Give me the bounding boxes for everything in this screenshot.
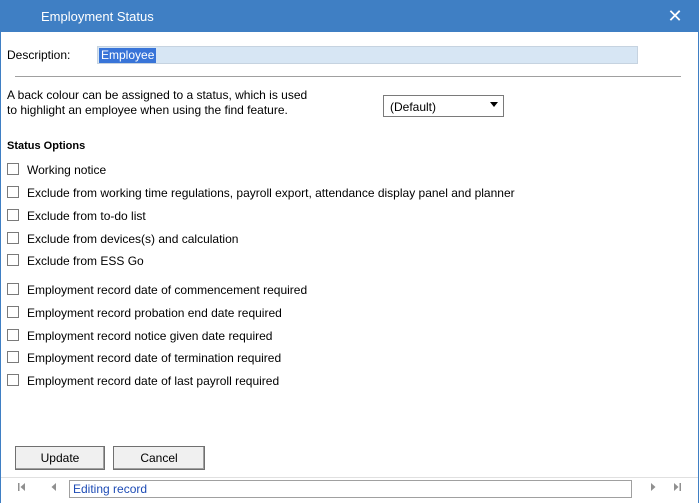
next-record-icon[interactable]: [646, 481, 660, 497]
back-colour-selected-value: (Default): [390, 100, 437, 114]
back-colour-select[interactable]: (Default): [383, 95, 504, 117]
exclude-working-time-checkbox[interactable]: [7, 186, 19, 198]
working-notice-checkbox[interactable]: [7, 163, 19, 175]
exclude-ess-go-label: Exclude from ESS Go: [27, 254, 144, 268]
status-options-heading: Status Options: [7, 140, 86, 152]
first-record-icon[interactable]: [15, 481, 29, 497]
back-colour-text-line1: A back colour can be assigned to a statu…: [7, 88, 308, 102]
last-payroll-date-checkbox[interactable]: [7, 374, 19, 386]
description-label: Description:: [7, 48, 71, 62]
record-status-text: Editing record: [73, 482, 148, 496]
description-value: Employee: [99, 48, 157, 63]
probation-end-date-checkbox[interactable]: [7, 306, 19, 318]
window-title: Employment Status: [41, 9, 154, 24]
notice-given-date-label: Employment record notice given date requ…: [27, 329, 273, 343]
close-icon[interactable]: ✕: [652, 1, 698, 32]
last-record-icon[interactable]: [670, 481, 684, 497]
working-notice-label: Working notice: [27, 163, 107, 177]
back-colour-text-line2: to highlight an employee when using the …: [7, 103, 288, 117]
commencement-date-checkbox[interactable]: [7, 283, 19, 295]
description-input[interactable]: Employee: [97, 46, 638, 64]
termination-date-label: Employment record date of termination re…: [27, 351, 282, 365]
chevron-down-icon[interactable]: [487, 98, 501, 114]
termination-date-checkbox[interactable]: [7, 351, 19, 363]
exclude-working-time-label: Exclude from working time regulations, p…: [27, 186, 515, 200]
exclude-ess-go-checkbox[interactable]: [7, 254, 19, 266]
exclude-todo-checkbox[interactable]: [7, 209, 19, 221]
probation-end-date-label: Employment record probation end date req…: [27, 306, 282, 320]
last-payroll-date-label: Employment record date of last payroll r…: [27, 374, 280, 388]
notice-given-date-checkbox[interactable]: [7, 329, 19, 341]
exclude-devices-label: Exclude from devices(s) and calculation: [27, 232, 239, 246]
cancel-button[interactable]: Cancel: [113, 446, 205, 470]
previous-record-icon[interactable]: [47, 481, 61, 497]
update-button[interactable]: Update: [15, 446, 105, 470]
title-bar: Employment Status ✕: [1, 1, 698, 32]
commencement-date-label: Employment record date of commencement r…: [27, 283, 308, 297]
employment-status-dialog: Employment Status ✕ Description: Employe…: [0, 0, 699, 503]
divider: [15, 76, 681, 78]
dialog-body: Description: Employee A back colour can …: [1, 32, 698, 503]
exclude-devices-checkbox[interactable]: [7, 232, 19, 244]
record-status-field: Editing record: [69, 480, 632, 498]
exclude-todo-label: Exclude from to-do list: [27, 209, 146, 223]
